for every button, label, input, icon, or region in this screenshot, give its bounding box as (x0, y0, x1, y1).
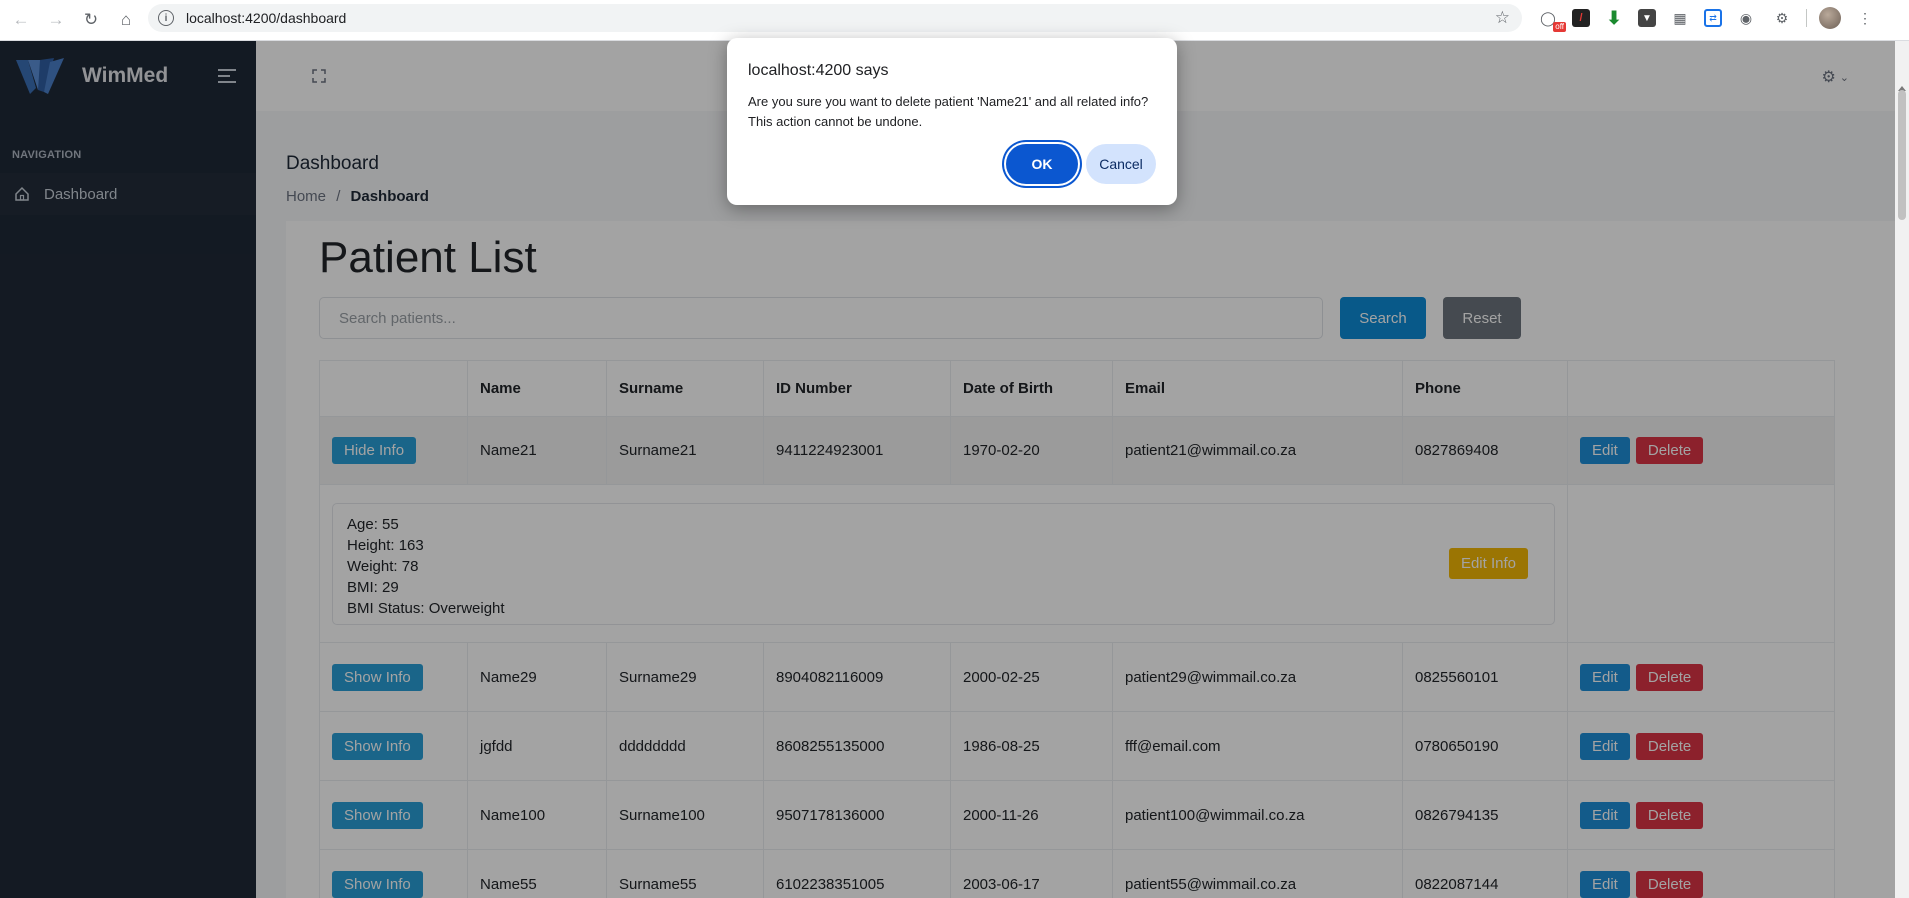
download-arrow-icon[interactable]: ⬇ (1602, 6, 1626, 30)
site-info-icon[interactable]: i (158, 10, 174, 26)
extension-badge: off (1553, 22, 1566, 32)
dialog-message: Are you sure you want to delete patient … (748, 92, 1168, 132)
extension-off-icon[interactable]: ◯ off (1536, 6, 1566, 32)
url-text[interactable]: localhost:4200/dashboard (186, 10, 346, 26)
back-arrow-icon[interactable]: ← (7, 6, 35, 34)
dialog-title: localhost:4200 says (748, 62, 889, 79)
scrollbar-thumb[interactable] (1898, 90, 1906, 220)
forward-arrow-icon[interactable]: → (42, 6, 70, 34)
home-icon[interactable]: ⌂ (112, 6, 140, 34)
toolbar-separator (1806, 9, 1807, 27)
bookmark-star-icon[interactable]: ☆ (1495, 8, 1510, 28)
extension-grey-icon[interactable]: ◉ (1734, 6, 1758, 30)
kebab-menu-icon[interactable]: ⋮ (1853, 6, 1877, 30)
profile-avatar[interactable] (1819, 7, 1841, 29)
dialog-message-line2: This action cannot be undone. (748, 114, 923, 129)
extension-blue-icon[interactable]: ⇄ (1704, 9, 1722, 27)
extension-store-icon[interactable]: ▦ (1668, 6, 1692, 30)
confirm-dialog: localhost:4200 says Are you sure you wan… (727, 38, 1177, 205)
address-bar[interactable]: i localhost:4200/dashboard ☆ (148, 4, 1522, 32)
reload-icon[interactable]: ↻ (77, 6, 105, 34)
dialog-message-line1: Are you sure you want to delete patient … (748, 94, 1149, 109)
extensions-area: ◯ off / ⬇ ▼ ▦ ⇄ ◉ ⚙ ⋮ (1536, 6, 1877, 32)
extension-red-icon[interactable]: / (1572, 9, 1590, 27)
puzzle-icon[interactable]: ⚙ (1770, 6, 1794, 30)
extension-dark-icon[interactable]: ▼ (1638, 9, 1656, 27)
page-scrollbar[interactable] (1895, 41, 1909, 898)
cancel-button[interactable]: Cancel (1086, 144, 1156, 184)
ok-button[interactable]: OK (1006, 144, 1078, 184)
browser-toolbar: ← → ↻ ⌂ i localhost:4200/dashboard ☆ ◯ of… (0, 0, 1909, 41)
